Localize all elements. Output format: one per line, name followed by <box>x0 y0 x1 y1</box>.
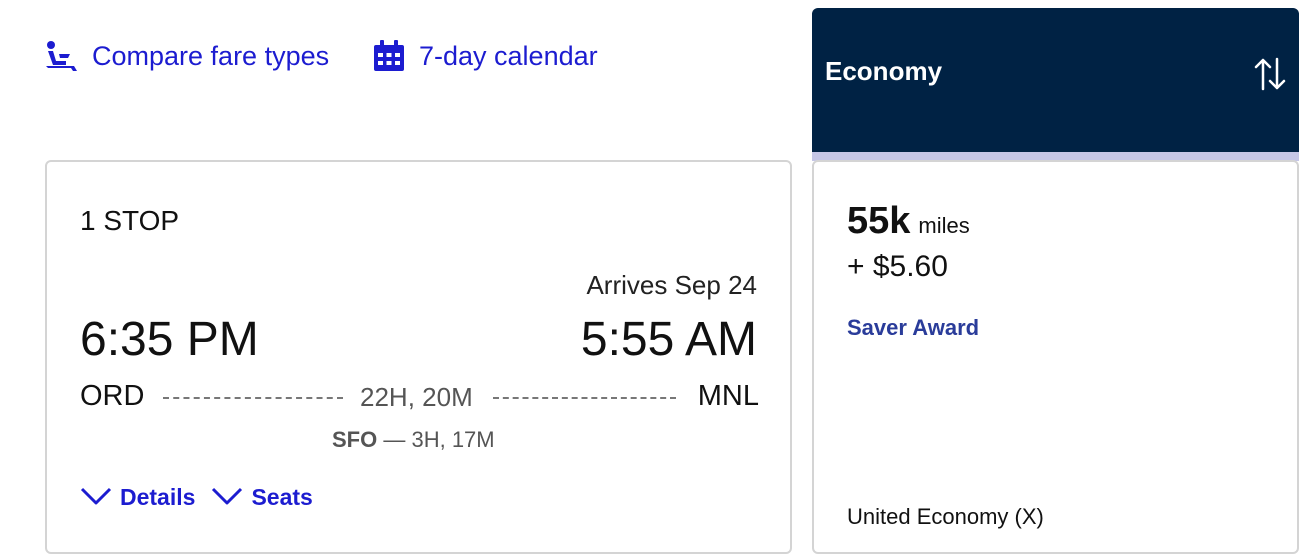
seat-icon <box>44 40 78 72</box>
economy-fare-card[interactable]: 55k miles + $5.60 Saver Award United Eco… <box>812 160 1299 554</box>
calendar-icon <box>373 40 405 72</box>
compare-fare-types-link[interactable]: Compare fare types <box>44 40 329 72</box>
economy-header-title: Economy <box>825 56 943 86</box>
route-row: ORD 22H, 20M MNL <box>80 380 759 416</box>
seats-toggle[interactable]: Seats <box>211 484 313 511</box>
flight-card: 1 STOP Arrives Sep 24 6:35 PM 5:55 AM OR… <box>45 160 792 554</box>
seats-label: Seats <box>251 484 313 510</box>
arrival-time: 5:55 AM <box>580 313 757 366</box>
cabin-class: United Economy (X) <box>847 504 1044 529</box>
flight-duration: 22H, 20M <box>360 382 473 412</box>
departure-time: 6:35 PM <box>80 313 259 366</box>
miles-unit: miles <box>918 213 970 238</box>
seven-day-calendar-label: 7-day calendar <box>419 40 598 71</box>
economy-column-header[interactable]: Economy <box>812 8 1299 153</box>
miles-amount: 55k <box>847 200 911 242</box>
saver-award-link[interactable]: Saver Award <box>847 315 979 341</box>
stops-label: 1 STOP <box>80 205 180 236</box>
route-dash-right <box>493 397 676 399</box>
destination-airport: MNL <box>697 380 759 412</box>
arrival-date: Arrives Sep 24 <box>586 270 757 300</box>
layover-duration: 3H, 17M <box>411 427 495 452</box>
route-dash-left <box>163 397 343 399</box>
details-toggle[interactable]: Details <box>80 484 195 511</box>
details-label: Details <box>120 484 196 510</box>
miles-price: 55k miles <box>847 200 970 243</box>
origin-airport: ORD <box>80 380 145 412</box>
compare-fare-types-label: Compare fare types <box>92 40 330 71</box>
chevron-down-icon <box>80 484 112 511</box>
expand-row: Details Seats <box>80 484 313 511</box>
seven-day-calendar-link[interactable]: 7-day calendar <box>373 40 598 72</box>
layover-airport: SFO <box>332 427 378 452</box>
sort-arrows-icon[interactable] <box>1253 56 1287 92</box>
tax-amount: + $5.60 <box>847 250 948 283</box>
layover-info: SFO — 3H, 17M <box>332 427 495 453</box>
layover-separator: — <box>377 427 412 452</box>
chevron-down-icon <box>211 484 243 511</box>
